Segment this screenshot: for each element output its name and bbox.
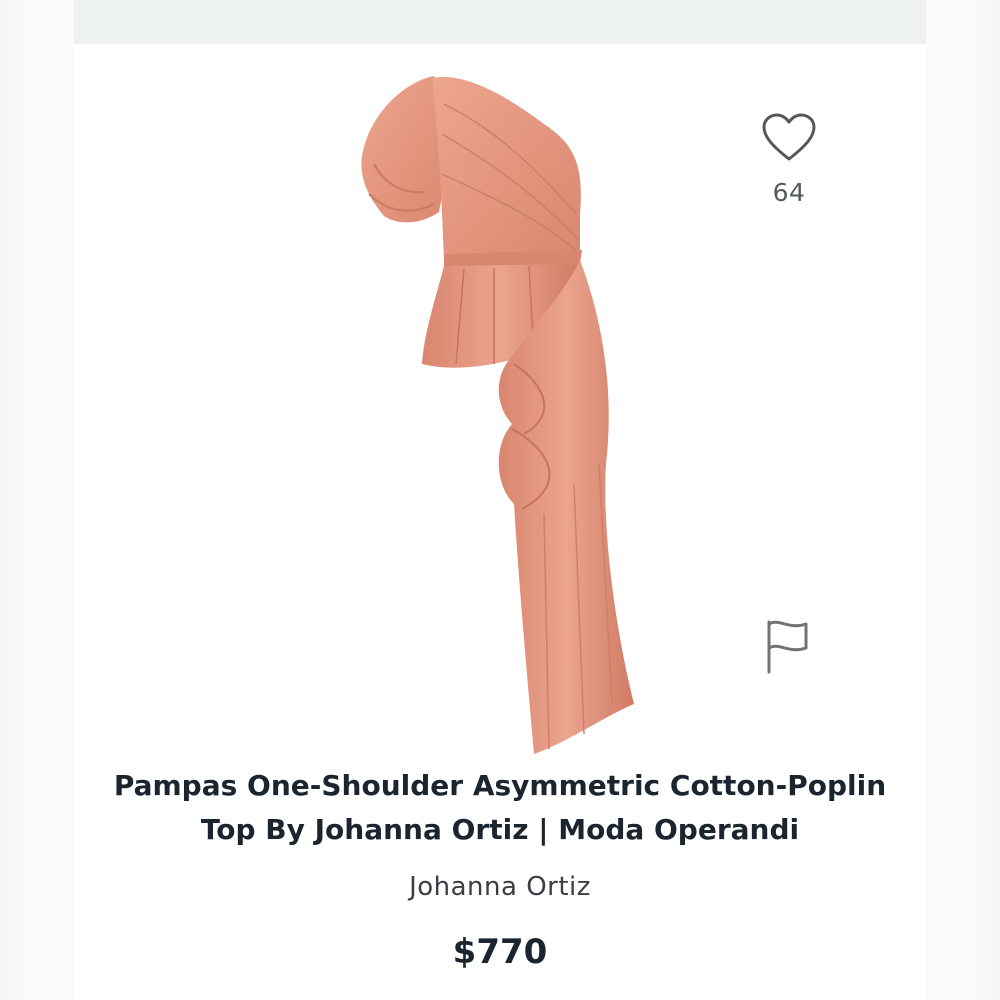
flag-icon[interactable] [764, 618, 812, 674]
like-count: 64 [772, 178, 806, 207]
product-title-line1: Pampas One-Shoulder Asymmetric Cotton-Po… [113, 769, 887, 802]
top-bar [74, 0, 926, 44]
heart-icon [762, 113, 816, 161]
brand-name[interactable]: Johanna Ortiz [74, 872, 926, 902]
like-button[interactable]: 64 [756, 112, 822, 207]
product-page: 64 Pampas One-Shoulder Asymmetric Cotton… [0, 0, 1000, 1000]
product-title-line2: Top By Johanna Ortiz | Moda Operandi [200, 813, 800, 846]
price: $770 [452, 932, 548, 972]
product-title[interactable]: Pampas One-Shoulder Asymmetric Cotton-Po… [74, 764, 926, 852]
product-image[interactable] [344, 64, 664, 754]
product-card: 64 Pampas One-Shoulder Asymmetric Cotton… [74, 44, 926, 1000]
